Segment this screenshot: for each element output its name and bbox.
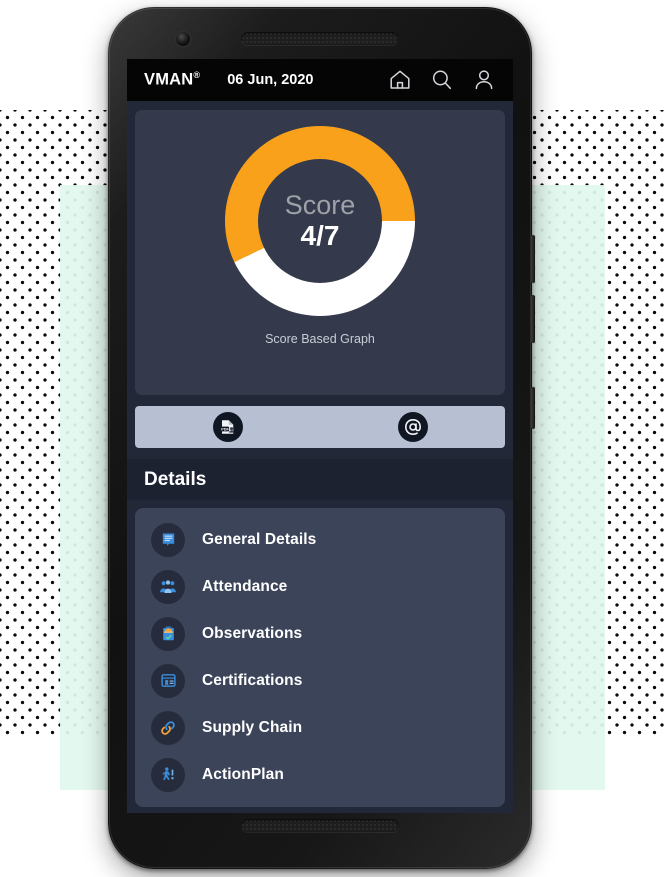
volume-up-button[interactable] xyxy=(531,235,535,283)
page-root: VMAN® 06 Jun, 2020 Score 4/7 Score Based… xyxy=(0,0,665,877)
chart-caption: Score Based Graph xyxy=(265,332,375,346)
list-item-label: Attendance xyxy=(202,577,288,595)
donut-center: Score 4/7 xyxy=(258,159,382,283)
volume-down-button[interactable] xyxy=(531,295,535,343)
list-item-label: General Details xyxy=(202,530,317,548)
certificate-icon xyxy=(151,663,185,698)
header-actions xyxy=(388,68,496,92)
screen-content: Score 4/7 Score Based Graph PDF Details … xyxy=(127,110,513,813)
pdf-tab[interactable]: PDF xyxy=(135,406,320,448)
clipboard-helmet-icon xyxy=(151,616,185,651)
list-item-attendance[interactable]: Attendance xyxy=(135,563,505,610)
bottom-speaker xyxy=(241,819,399,832)
svg-text:PDF: PDF xyxy=(221,427,229,431)
power-button[interactable] xyxy=(531,387,535,429)
registered-mark: ® xyxy=(193,70,201,81)
list-item-label: Certifications xyxy=(202,671,303,689)
app-logo-text: VMAN xyxy=(144,70,194,89)
people-group-icon xyxy=(151,569,185,604)
list-item-general-details[interactable]: General Details xyxy=(135,516,505,563)
person-action-icon xyxy=(151,757,185,792)
list-item-label: Observations xyxy=(202,624,303,642)
list-item-observations[interactable]: Observations xyxy=(135,610,505,657)
home-icon[interactable] xyxy=(388,68,412,92)
app-logo: VMAN® xyxy=(144,70,200,90)
details-title: Details xyxy=(144,468,207,490)
email-tab[interactable] xyxy=(320,406,505,448)
pdf-document-icon: PDF xyxy=(212,412,243,442)
earpiece-speaker xyxy=(241,32,399,45)
score-donut-chart: Score 4/7 xyxy=(225,126,415,316)
document-lines-icon xyxy=(151,522,185,557)
header-date: 06 Jun, 2020 xyxy=(227,72,314,88)
details-list: General Details Attendance Observations … xyxy=(135,508,505,807)
phone-screen: VMAN® 06 Jun, 2020 Score 4/7 Score Based… xyxy=(127,59,513,813)
list-item-supply-chain[interactable]: Supply Chain xyxy=(135,704,505,751)
app-header-bar: VMAN® 06 Jun, 2020 xyxy=(127,59,513,101)
search-icon[interactable] xyxy=(430,68,454,92)
list-item-actionplan[interactable]: ActionPlan xyxy=(135,751,505,798)
chain-link-icon xyxy=(151,710,185,745)
details-section-header: Details xyxy=(127,459,513,500)
score-label: Score xyxy=(284,190,356,221)
front-camera-icon xyxy=(176,32,190,46)
at-email-icon xyxy=(397,412,428,442)
list-item-label: Supply Chain xyxy=(202,718,303,736)
phone-device-mockup: VMAN® 06 Jun, 2020 Score 4/7 Score Based… xyxy=(108,7,535,869)
score-chart-card: Score 4/7 Score Based Graph xyxy=(135,110,505,395)
score-value: 4/7 xyxy=(300,220,340,252)
profile-icon[interactable] xyxy=(472,68,496,92)
report-action-bar: PDF xyxy=(135,406,505,448)
list-item-certifications[interactable]: Certifications xyxy=(135,657,505,704)
list-item-label: ActionPlan xyxy=(202,765,284,783)
